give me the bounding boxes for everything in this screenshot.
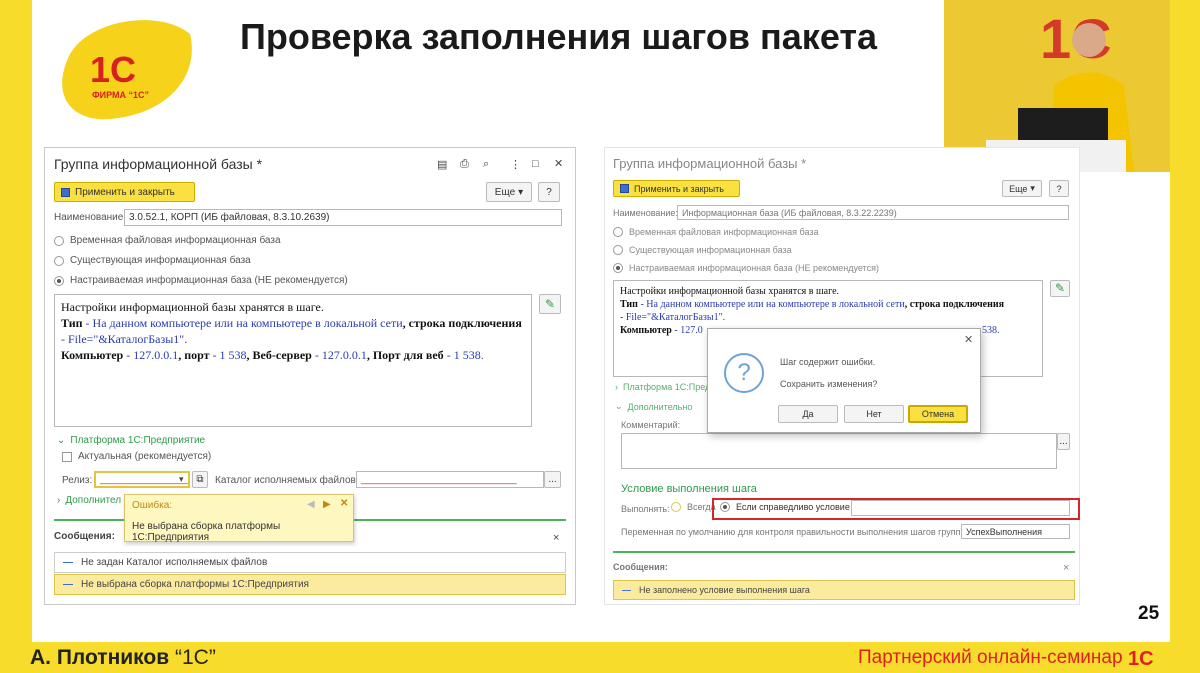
additional-group[interactable]: ⌄ Дополнительно: [615, 401, 692, 412]
radio-existing-infobase[interactable]: Существующая информационная база: [54, 255, 251, 266]
help-button[interactable]: ?: [1049, 180, 1069, 197]
close-icon[interactable]: ×: [1063, 562, 1069, 574]
divider: [613, 551, 1075, 553]
close-icon[interactable]: ×: [553, 532, 559, 544]
svg-text:1С: 1С: [1128, 648, 1154, 668]
save-confirm-dialog: ✕ ? Шаг содержит ошибки. Сохранить измен…: [707, 328, 981, 433]
radio-custom-infobase[interactable]: Настраиваемая информационная база (НЕ ре…: [613, 263, 879, 273]
more-button[interactable]: Еще ▾: [1002, 180, 1042, 197]
close-icon[interactable]: ✕: [340, 498, 348, 509]
message-item-selected[interactable]: — Не заполнено условие выполнения шага: [613, 580, 1075, 600]
variable-field[interactable]: УспехВыполнения: [961, 524, 1070, 539]
error-text: Не выбрана сборка платформы 1С:Предприят…: [132, 521, 281, 543]
dropdown-arrow-icon[interactable]: ▾: [179, 474, 184, 485]
1c-logo: 1С: [1128, 648, 1154, 668]
catalog-field[interactable]: ____________________________: [356, 471, 544, 488]
name-field[interactable]: 3.0.52.1, КОРП (ИБ файловая, 8.3.10.2639…: [124, 209, 562, 226]
more-button[interactable]: Еще ▾: [486, 182, 532, 202]
messages-title: Сообщения:: [54, 531, 115, 542]
no-button[interactable]: Нет: [844, 405, 904, 423]
dropdown-arrow-icon: ▾: [518, 186, 524, 198]
dropdown-arrow-icon: ▾: [1030, 183, 1035, 193]
svg-text:ФИРМА “1С”: ФИРМА “1С”: [92, 90, 149, 100]
name-field[interactable]: Информационная база (ИБ файловая, 8.3.22…: [677, 205, 1069, 220]
slide-title: Проверка заполнения шагов пакета: [240, 16, 878, 57]
release-label: Релиз:: [62, 475, 93, 486]
seminar-title: Партнерский онлайн-семинар: [858, 647, 1123, 668]
save-icon[interactable]: ▤: [437, 158, 447, 171]
chevron-down-icon: ⌄: [57, 435, 66, 446]
question-icon: ?: [724, 353, 764, 393]
svg-text:1С: 1С: [90, 49, 136, 90]
error-tooltip: Ошибка: ◀ ▶ ✕ Не выбрана сборка платформ…: [124, 494, 354, 543]
name-label: Наименование:: [54, 212, 127, 223]
condition-group-title: Условие выполнения шага: [621, 483, 757, 495]
save-icon: [620, 184, 629, 193]
additional-group[interactable]: › Дополнител: [57, 495, 121, 506]
edit-pencil-icon[interactable]: ✎: [1050, 280, 1070, 297]
comment-field[interactable]: [621, 433, 1057, 469]
dialog-line1: Шаг содержит ошибки.: [780, 357, 876, 367]
error-title: Ошибка:: [132, 500, 173, 511]
messages-title: Сообщения:: [613, 562, 668, 572]
comment-label: Комментарий:: [621, 420, 681, 430]
close-icon[interactable]: ✕: [964, 333, 973, 346]
chevron-down-icon: ⌄: [615, 401, 623, 411]
chevron-right-icon: ›: [615, 382, 618, 392]
message-item[interactable]: — Не задан Каталог исполняемых файлов: [54, 552, 566, 573]
form-title: Группа информационной базы *: [613, 156, 807, 171]
message-item-selected[interactable]: — Не выбрана сборка платформы 1С:Предприя…: [54, 574, 566, 595]
apply-and-close-button[interactable]: Применить и закрыть: [613, 180, 740, 197]
close-icon[interactable]: ✕: [554, 157, 563, 170]
more-menu-icon[interactable]: ⋮: [510, 158, 521, 171]
platform-group[interactable]: › Платформа 1С:Предп: [615, 382, 715, 392]
settings-description: Настройки информационной базы хранятся в…: [54, 294, 532, 427]
preview-icon[interactable]: ⌕: [483, 158, 489, 171]
maximize-icon[interactable]: □: [532, 158, 539, 170]
page-number: 25: [1138, 603, 1160, 624]
catalog-label: Каталог исполняемых файлов:: [215, 475, 359, 486]
highlight-frame: [712, 498, 1080, 520]
radio-temp-infobase[interactable]: Временная файловая информационная база: [54, 235, 281, 246]
open-icon[interactable]: ⧉: [192, 471, 208, 488]
apply-and-close-button[interactable]: Применить и закрыть: [54, 182, 195, 202]
help-button[interactable]: ?: [538, 182, 560, 202]
save-icon: [61, 187, 70, 197]
execute-label: Выполнять:: [621, 504, 670, 514]
yes-button[interactable]: Да: [778, 405, 838, 423]
platform-group[interactable]: ⌄ Платформа 1С:Предприятие: [57, 435, 205, 446]
next-arrow-icon[interactable]: ▶: [323, 499, 331, 510]
name-label: Наименование:: [613, 208, 678, 218]
release-field[interactable]: ________________: [94, 471, 190, 488]
radio-temp-infobase[interactable]: Временная файловая информационная база: [613, 227, 818, 237]
form-title: Группа информационной базы *: [54, 156, 263, 172]
chevron-right-icon: ›: [57, 495, 61, 506]
print-icon[interactable]: ⎙: [460, 158, 469, 171]
dialog-line2: Сохранить изменения?: [780, 379, 878, 389]
speaker-name: А. Плотников “1С”: [30, 646, 216, 669]
prev-arrow-icon[interactable]: ◀: [307, 499, 315, 510]
actual-checkbox[interactable]: Актуальная (рекомендуется): [62, 451, 211, 462]
choose-button[interactable]: ...: [544, 471, 561, 488]
choose-button[interactable]: ...: [1057, 433, 1070, 450]
cancel-button[interactable]: Отмена: [908, 405, 968, 423]
radio-always[interactable]: Всегда: [671, 502, 716, 512]
radio-custom-infobase[interactable]: Настраиваемая информационная база (НЕ ре…: [54, 275, 348, 286]
1c-logo: 1С ФИРМА “1С”: [62, 20, 192, 120]
radio-existing-infobase[interactable]: Существующая информационная база: [613, 245, 792, 255]
edit-pencil-icon[interactable]: ✎: [539, 294, 561, 314]
variable-label: Переменная по умолчанию для контроля пра…: [621, 527, 970, 537]
